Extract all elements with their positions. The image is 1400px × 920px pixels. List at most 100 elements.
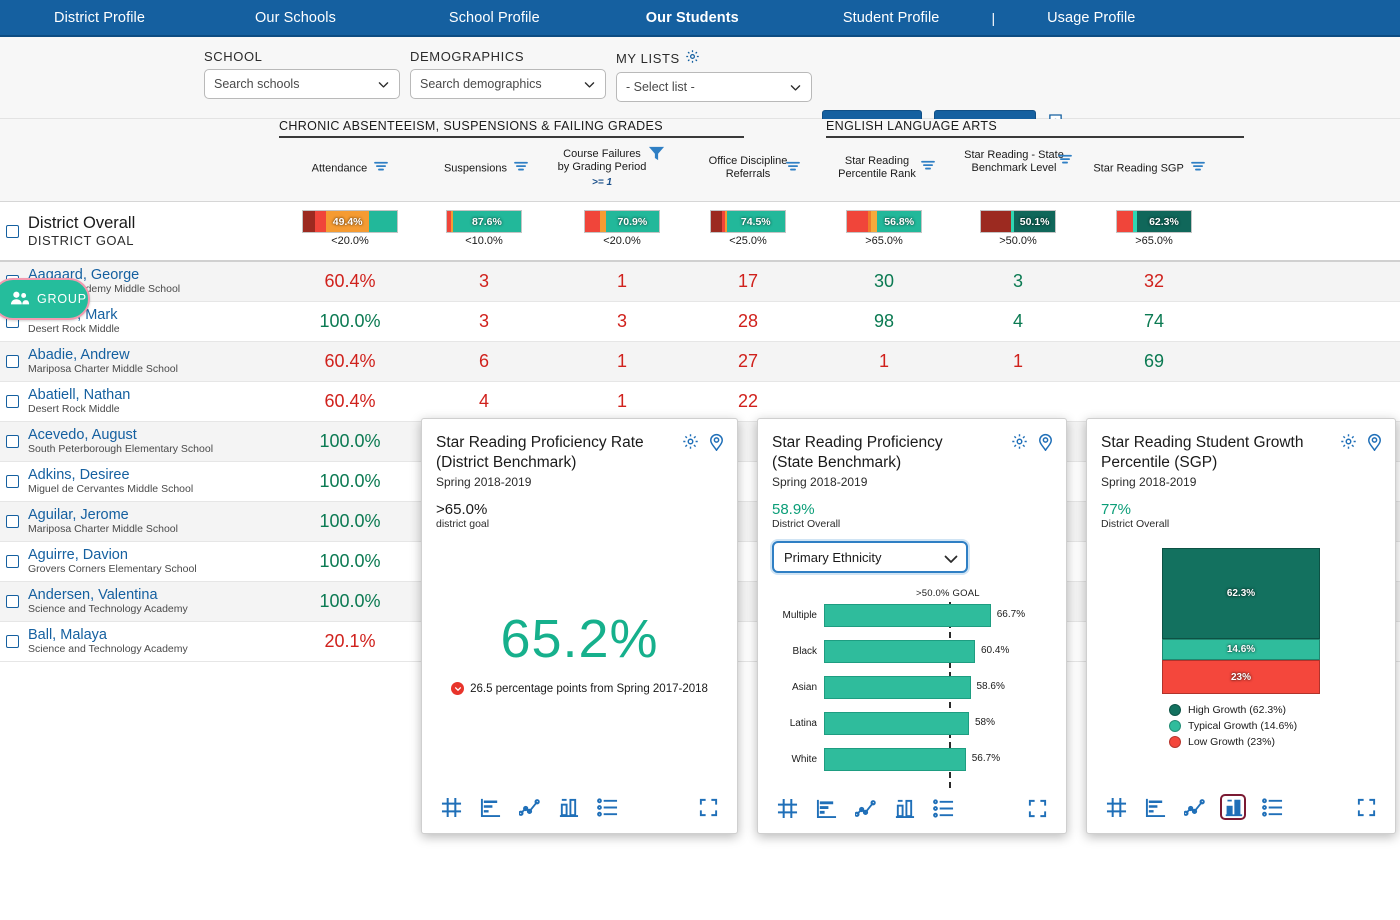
card-star-reading-proficiency-rate[interactable]: Star Reading Proficiency Rate (District … bbox=[421, 418, 738, 834]
nav-usage-profile[interactable]: Usage Profile bbox=[1033, 10, 1149, 26]
list-icon[interactable] bbox=[594, 794, 620, 820]
line-chart-icon[interactable] bbox=[1181, 794, 1207, 820]
district-bar[interactable]: 74.5%<25.0% bbox=[710, 210, 786, 247]
bar-fill[interactable] bbox=[824, 640, 975, 663]
column-header-star-sgp[interactable]: Star Reading SGP bbox=[1090, 161, 1208, 177]
table-row[interactable]: Abadie, AndrewMariposa Charter Middle Sc… bbox=[0, 342, 1400, 382]
card3-title: Star Reading Student Growth Percentile (… bbox=[1101, 433, 1313, 473]
stacked-segment[interactable]: 23% bbox=[1162, 660, 1320, 694]
row-checkbox[interactable] bbox=[6, 225, 19, 238]
section-title-chronic: CHRONIC ABSENTEEISM, SUSPENSIONS & FAILI… bbox=[279, 119, 663, 136]
gear-icon[interactable] bbox=[1011, 433, 1028, 456]
column-header-suspensions[interactable]: Suspensions bbox=[425, 161, 547, 177]
district-bar[interactable]: 49.4%<20.0% bbox=[302, 210, 398, 247]
demographics-search-input[interactable]: Search demographics bbox=[410, 69, 606, 99]
gear-icon[interactable] bbox=[685, 49, 700, 67]
legend-label: Low Growth (23%) bbox=[1188, 736, 1275, 748]
my-lists-value: - Select list - bbox=[626, 80, 695, 94]
line-chart-icon[interactable] bbox=[852, 796, 878, 822]
grid-icon[interactable] bbox=[774, 796, 800, 822]
grid-icon[interactable] bbox=[1103, 794, 1129, 820]
row-checkbox[interactable] bbox=[6, 595, 19, 608]
filter-icon[interactable] bbox=[1058, 153, 1072, 171]
vertical-bar-icon[interactable] bbox=[1220, 794, 1246, 820]
filter-icon[interactable] bbox=[374, 161, 388, 177]
line-chart-icon[interactable] bbox=[516, 794, 542, 820]
vertical-bar-icon[interactable] bbox=[891, 796, 917, 822]
filter-icon[interactable] bbox=[514, 161, 528, 177]
student-name[interactable]: Ball, Malaya bbox=[28, 627, 293, 643]
column-header-attendance[interactable]: Attendance bbox=[290, 161, 410, 177]
vertical-bar-icon[interactable] bbox=[555, 794, 581, 820]
row-checkbox[interactable] bbox=[6, 395, 19, 408]
student-name[interactable]: Adkins, Desiree bbox=[28, 467, 293, 483]
nav-school-profile[interactable]: School Profile bbox=[435, 10, 554, 26]
stacked-segment[interactable]: 14.6% bbox=[1162, 639, 1320, 660]
column-header-star-state-benchmark[interactable]: Star Reading - State Benchmark Level bbox=[958, 149, 1070, 174]
row-checkbox[interactable] bbox=[6, 515, 19, 528]
card1-goal-value: >65.0% bbox=[436, 501, 723, 518]
table-row[interactable]: Abatiell, NathanDesert Rock Middle60.4%4… bbox=[0, 382, 1400, 422]
stacked-segment[interactable]: 62.3% bbox=[1162, 548, 1320, 639]
table-row[interactable]: Aagaard, GeorgeWestish Academy Middle Sc… bbox=[0, 262, 1400, 302]
list-icon[interactable] bbox=[930, 796, 956, 822]
group-button[interactable]: GROUP bbox=[0, 278, 90, 320]
row-checkbox[interactable] bbox=[6, 555, 19, 568]
gear-icon[interactable] bbox=[682, 433, 699, 456]
grid-icon[interactable] bbox=[438, 794, 464, 820]
card2-stat-value: 58.9% bbox=[772, 501, 1052, 518]
student-name[interactable]: Andersen, Valentina bbox=[28, 587, 293, 603]
nav-student-profile[interactable]: Student Profile bbox=[829, 10, 954, 26]
info-pin-icon[interactable] bbox=[708, 433, 725, 456]
district-bar[interactable]: 56.8%>65.0% bbox=[846, 210, 922, 247]
bar-fill[interactable] bbox=[824, 676, 971, 699]
row-checkbox[interactable] bbox=[6, 475, 19, 488]
bar-fill[interactable] bbox=[824, 712, 969, 735]
nav-our-students[interactable]: Our Students bbox=[632, 10, 753, 26]
table-row[interactable]: Aalbers, MarkDesert Rock Middle100.0%332… bbox=[0, 302, 1400, 342]
card2-subtitle: Spring 2018-2019 bbox=[772, 475, 1052, 489]
student-name[interactable]: Abatiell, Nathan bbox=[28, 387, 293, 403]
horizontal-bar-icon[interactable] bbox=[1142, 794, 1168, 820]
primary-ethnicity-select[interactable]: Primary Ethnicity bbox=[772, 541, 968, 573]
district-bar[interactable]: 50.1%>50.0% bbox=[980, 210, 1056, 247]
column-header-star-percentile[interactable]: Star Reading Percentile Rank bbox=[827, 155, 927, 180]
filter-icon-active[interactable] bbox=[648, 145, 665, 167]
nav-our-schools[interactable]: Our Schools bbox=[241, 10, 350, 26]
my-lists-select[interactable]: - Select list - bbox=[616, 72, 812, 102]
expand-icon[interactable] bbox=[1353, 794, 1379, 820]
column-header-course-failures[interactable]: Course Failures by Grading Period >= 1 bbox=[556, 148, 648, 190]
bar-goal-label: <10.0% bbox=[446, 235, 522, 247]
horizontal-bar-icon[interactable] bbox=[477, 794, 503, 820]
list-icon[interactable] bbox=[1259, 794, 1285, 820]
info-pin-icon[interactable] bbox=[1037, 433, 1054, 456]
filter-icon[interactable] bbox=[786, 160, 800, 178]
card-star-reading-sgp[interactable]: Star Reading Student Growth Percentile (… bbox=[1086, 418, 1396, 834]
filter-icon[interactable] bbox=[921, 159, 935, 177]
nav-district-profile[interactable]: District Profile bbox=[40, 10, 159, 26]
student-name[interactable]: Acevedo, August bbox=[28, 427, 293, 443]
info-pin-icon[interactable] bbox=[1366, 433, 1383, 456]
card2-stat-label: District Overall bbox=[772, 518, 1052, 530]
bar-fill[interactable] bbox=[824, 748, 966, 771]
expand-icon[interactable] bbox=[1024, 796, 1050, 822]
card-star-reading-state-benchmark[interactable]: Star Reading Proficiency (State Benchmar… bbox=[757, 418, 1067, 834]
row-checkbox[interactable] bbox=[6, 435, 19, 448]
filter-icon[interactable] bbox=[1191, 161, 1205, 177]
district-bar[interactable]: 62.3%>65.0% bbox=[1116, 210, 1192, 247]
school-search-input[interactable]: Search schools bbox=[204, 69, 400, 99]
district-overall-row[interactable]: District Overall DISTRICT GOAL 49.4%<20.… bbox=[0, 202, 1400, 262]
row-checkbox[interactable] bbox=[6, 635, 19, 648]
bar-fill[interactable] bbox=[824, 604, 991, 627]
student-name[interactable]: Abadie, Andrew bbox=[28, 347, 293, 363]
district-bar[interactable]: 70.9%<20.0% bbox=[584, 210, 660, 247]
expand-icon[interactable] bbox=[695, 794, 721, 820]
gear-icon[interactable] bbox=[1340, 433, 1357, 456]
metric-value: 60.4% bbox=[295, 391, 405, 412]
student-name[interactable]: Aguilar, Jerome bbox=[28, 507, 293, 523]
horizontal-bar-icon[interactable] bbox=[813, 796, 839, 822]
column-label: Suspensions bbox=[444, 163, 507, 175]
row-checkbox[interactable] bbox=[6, 355, 19, 368]
district-bar[interactable]: 87.6%<10.0% bbox=[446, 210, 522, 247]
student-name[interactable]: Aguirre, Davion bbox=[28, 547, 293, 563]
